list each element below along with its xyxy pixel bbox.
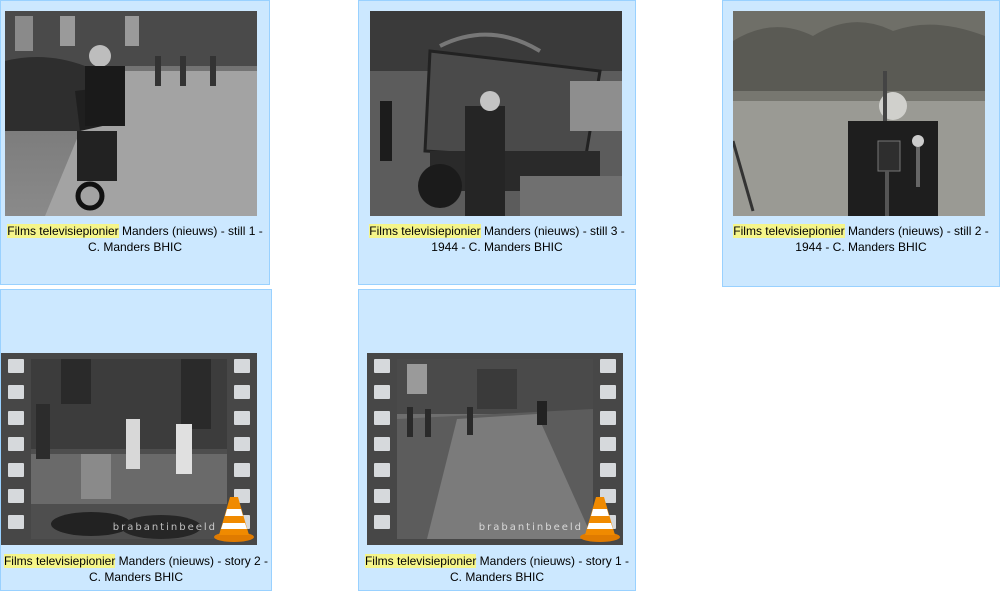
video-thumbnail-story-2: brabantinbeeld <box>1 353 257 545</box>
file-tile-still-1[interactable]: Films televisiepionier Manders (nieuws) … <box>0 0 270 285</box>
file-name-rest: Manders (nieuws) - story 2 - C. Manders … <box>88 554 269 584</box>
file-name: Films televisiepionier Manders (nieuws) … <box>1 553 271 585</box>
file-tile-still-3[interactable]: Films televisiepionier Manders (nieuws) … <box>358 0 636 285</box>
thumbnail-still-2 <box>733 11 985 216</box>
vlc-cone-icon <box>214 497 254 542</box>
file-name: Films televisiepionier Manders (nieuws) … <box>359 223 635 255</box>
file-tile-story-2[interactable]: brabantinbeeld Films televisiepionier Ma… <box>0 289 272 591</box>
vlc-cone-icon <box>580 497 620 542</box>
file-tile-story-1[interactable]: brabantinbeeld Films televisiepionier Ma… <box>358 289 636 591</box>
file-name: Films televisiepionier Manders (nieuws) … <box>1 223 269 255</box>
search-highlight: Films televisiepionier <box>7 224 119 238</box>
file-tile-still-2[interactable]: Films televisiepionier Manders (nieuws) … <box>722 0 1000 287</box>
search-highlight: Films televisiepionier <box>369 224 481 238</box>
thumbnail-still-1 <box>5 11 257 216</box>
search-highlight: Films televisiepionier <box>733 224 845 238</box>
file-name: Films televisiepionier Manders (nieuws) … <box>723 223 999 255</box>
film-perforations <box>5 353 27 545</box>
thumbnail-still-3 <box>370 11 622 216</box>
search-highlight: Films televisiepionier <box>3 554 116 568</box>
watermark: brabantinbeeld <box>112 522 217 533</box>
search-highlight: Films televisiepionier <box>364 554 477 568</box>
watermark: brabantinbeeld <box>478 522 583 533</box>
video-thumbnail-story-1: brabantinbeeld <box>367 353 623 545</box>
file-name-rest: Manders (nieuws) - story 1 - C. Manders … <box>449 554 630 584</box>
film-perforations <box>371 353 393 545</box>
file-name: Films televisiepionier Manders (nieuws) … <box>359 553 635 585</box>
